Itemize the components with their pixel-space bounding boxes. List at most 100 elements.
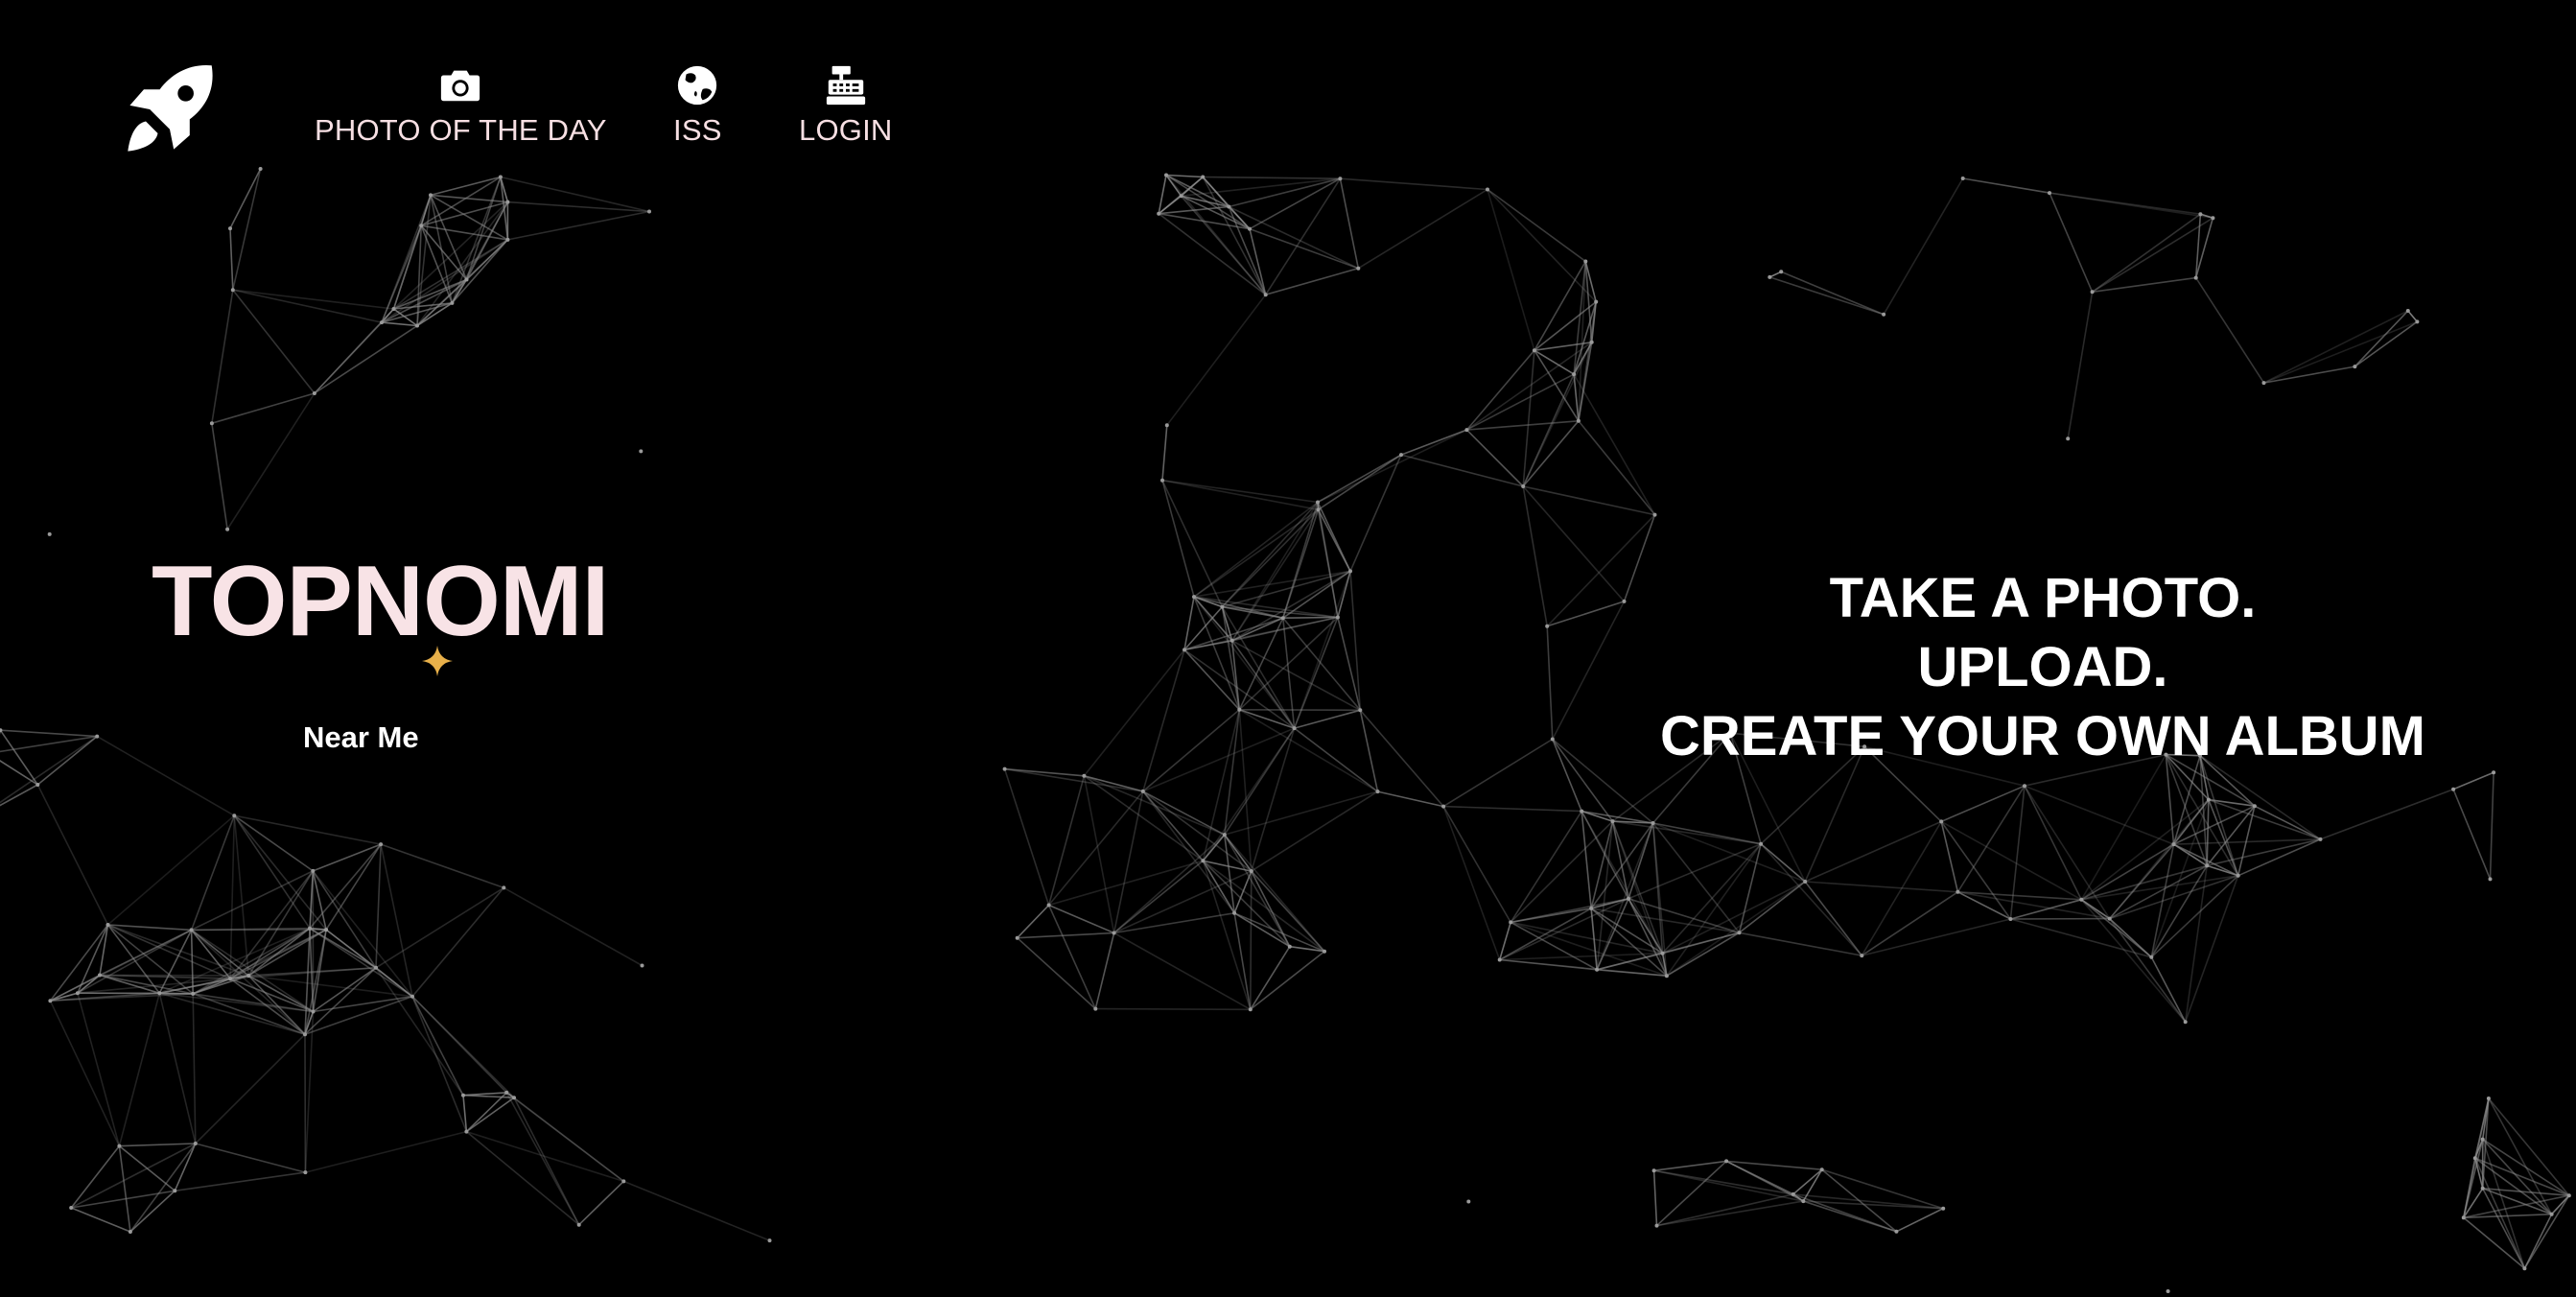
network-line [2263,366,2355,384]
network-node [117,1144,122,1148]
network-line [462,1092,507,1097]
network-line [1048,860,1204,907]
network-line [118,1145,131,1233]
network-node [2090,290,2095,295]
network-line [622,1180,770,1241]
network-line [226,392,316,531]
network-node [1576,418,1581,423]
network-node [2107,916,2112,921]
network-line [159,978,231,995]
network-line [1780,271,1885,316]
network-line [229,815,236,979]
network-line [1940,820,2012,920]
network-line [2263,320,2418,384]
network-line [195,1033,306,1144]
network-line [1221,508,1320,608]
network-line [1233,912,1325,953]
network-line [1940,785,2026,823]
network-line [1003,768,1050,906]
network-node [1157,211,1161,216]
network-node [1164,173,1168,177]
network-node [105,923,110,927]
network-line [1792,1168,1823,1195]
network-line [1161,479,1319,511]
network-node [2353,365,2357,369]
network-line [70,1207,131,1233]
network-node [1201,859,1206,863]
network-node [303,1170,308,1175]
network-line [1158,213,1267,295]
network-node [2480,1137,2485,1142]
network-node [193,1142,198,1145]
network-line [1233,912,1252,1010]
network-line [1202,177,1267,295]
network-line [1193,508,1319,598]
network-node [1594,299,1599,304]
network-line [411,996,507,1094]
network-line [229,228,234,291]
network-line [1760,843,1806,883]
nav-login[interactable]: LOGIN [799,63,892,148]
network-node [2405,309,2410,313]
network-line [1339,178,1360,269]
network-node [429,193,433,198]
network-line [1004,767,1143,792]
network-line [1628,822,1654,900]
network-line [1442,806,1511,923]
network-node [1183,648,1186,652]
network-line [1652,822,1762,845]
network-line [233,815,249,977]
network-node [173,1189,177,1193]
network-line [77,992,121,1146]
network-node [1046,903,1051,908]
network-line [309,843,382,930]
network-line [1142,790,1205,861]
network-line [503,886,643,967]
network-node [1509,920,1513,925]
network-line [1083,775,1115,933]
network-node [2480,1186,2485,1191]
network-node [1651,821,1655,825]
network-line [462,1094,515,1098]
network-line [1940,820,2082,901]
network-line [1238,709,1253,872]
network-node [1660,951,1665,955]
network-line [107,924,231,979]
network-node [308,926,312,931]
network-line [1653,1169,1804,1202]
nav-photo-of-the-day[interactable]: PHOTO OF THE DAY [315,63,607,148]
network-node [48,999,53,1003]
network-node [504,1090,509,1095]
nav-iss[interactable]: ISS [673,63,722,148]
network-node [1466,1199,1471,1204]
network-line [0,729,98,738]
rocket-logo-icon[interactable] [119,59,221,159]
network-line [1656,1193,1793,1227]
network-line [1821,1168,1897,1233]
network-line [1251,790,1378,872]
sparkle-icon [422,646,453,676]
network-line [2263,310,2409,384]
network-node [1882,312,1886,317]
network-line [1159,212,1251,230]
network-line [2237,838,2321,877]
network-line [313,967,377,1013]
network-line [1883,177,1964,316]
network-line [190,930,194,994]
network-node [1960,177,1965,180]
network-line [1202,860,1325,953]
camera-icon [441,70,480,102]
network-line [1662,881,1806,955]
network-line [411,996,468,1132]
near-me-link[interactable]: Near Me [303,720,419,755]
network-node [1939,819,1944,824]
network-node [1237,707,1242,712]
network-line [1317,454,1402,504]
tagline-line-2: UPLOAD. [1917,636,2168,698]
network-node [415,323,419,328]
network-node [1292,726,1297,731]
network-line [1442,738,1554,808]
network-line [1534,349,1575,375]
network-node [2171,842,2176,847]
network-line [1804,881,1862,956]
